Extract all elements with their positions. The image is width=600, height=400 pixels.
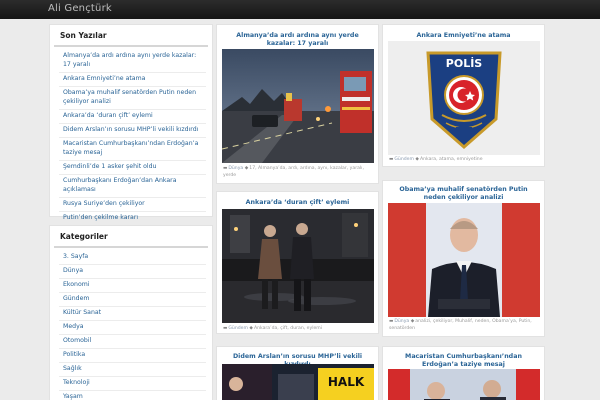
recent-posts-heading: Son Yazılar: [54, 25, 208, 47]
category-link[interactable]: Ekonomi: [59, 279, 206, 293]
category-link[interactable]: Politika: [59, 349, 206, 363]
recent-post-link[interactable]: Obama’ya muhalif senatörden Putin neden …: [59, 87, 206, 110]
post-tags[interactable]: Ankara, atama, emniyetine: [420, 157, 483, 162]
post-meta: ▬Dünya ◆analizi, çekiliyor, Muhalif, ned…: [389, 319, 539, 332]
banner-text: HALK: [328, 375, 365, 389]
folder-icon: ▬: [389, 157, 394, 162]
category-link[interactable]: Medya: [59, 321, 206, 335]
recent-post-link[interactable]: Macaristan Cumhurbaşkanı’ndan Erdoğan’a …: [59, 138, 206, 161]
post-title[interactable]: Ankara’da ‘duran çift’ eylemi: [217, 199, 378, 207]
post-card: Ankara’da ‘duran çift’ eylemi ▬Gündem ◆A…: [216, 191, 379, 334]
category-link[interactable]: Gündem: [59, 293, 206, 307]
post-meta: ▬Dünya ◆17, Almanya’da, ardı, ardına, ay…: [223, 166, 373, 179]
category-link[interactable]: Otomobil: [59, 335, 206, 349]
tag-icon: ◆: [410, 319, 415, 324]
post-image[interactable]: [388, 369, 540, 400]
recent-post-link[interactable]: Ankara’da ‘duran çift’ eylemi: [59, 110, 206, 124]
recent-post-link[interactable]: Ankara Emniyeti’ne atama: [59, 73, 206, 87]
site-title[interactable]: Ali Gençtürk: [48, 3, 112, 14]
recent-posts-widget: Son Yazılar Almanya’da ardı ardına aynı …: [49, 24, 213, 221]
post-image[interactable]: POLİS: [388, 41, 540, 155]
recent-post-link[interactable]: Rusya Suriye’den çekiliyor: [59, 198, 206, 212]
post-image[interactable]: [222, 209, 374, 323]
folder-icon: ▬: [223, 326, 228, 331]
recent-post-link[interactable]: Almanya’da ardı ardına aynı yerde kazala…: [59, 50, 206, 73]
post-image[interactable]: [222, 49, 374, 163]
tag-icon: ◆: [415, 157, 419, 162]
category-link[interactable]: Yaşam: [59, 391, 206, 400]
post-image[interactable]: [388, 203, 540, 317]
recent-post-link[interactable]: Şemdinli’de 1 asker şehit oldu: [59, 161, 206, 175]
folder-icon: ▬: [223, 166, 228, 171]
tag-icon: ◆: [249, 326, 253, 331]
post-card: Didem Arslan’ın sorusu MHP’li vekili kız…: [216, 346, 379, 400]
post-image[interactable]: HALK: [222, 364, 374, 400]
categories-heading: Kategoriler: [54, 226, 208, 248]
post-category[interactable]: Dünya: [394, 319, 409, 324]
category-link[interactable]: Sağlık: [59, 363, 206, 377]
categories-list: 3. Sayfa Dünya Ekonomi Gündem Kültür San…: [50, 251, 212, 400]
top-bar: Ali Gençtürk: [0, 0, 600, 19]
category-link[interactable]: Dünya: [59, 265, 206, 279]
post-title[interactable]: Obama’ya muhalif senatörden Putin neden …: [383, 186, 544, 202]
category-link[interactable]: 3. Sayfa: [59, 251, 206, 265]
post-title[interactable]: Almanya’da ardı ardına aynı yerde kazala…: [217, 32, 378, 48]
recent-post-link[interactable]: Didem Arslan’ın sorusu MHP’li vekili kız…: [59, 124, 206, 138]
folder-icon: ▬: [389, 319, 394, 324]
post-card: Almanya’da ardı ardına aynı yerde kazala…: [216, 24, 379, 184]
post-category[interactable]: Dünya: [228, 166, 243, 171]
post-card: Macaristan Cumhurbaşkanı’ndan Erdoğan’a …: [382, 346, 545, 400]
post-card: Ankara Emniyeti’ne atama POLİS ▬Gündem ◆…: [382, 24, 545, 167]
category-link[interactable]: Kültür Sanat: [59, 307, 206, 321]
post-card: Obama’ya muhalif senatörden Putin neden …: [382, 180, 545, 337]
post-category[interactable]: Gündem: [228, 326, 248, 331]
post-category[interactable]: Gündem: [394, 157, 414, 162]
badge-text: POLİS: [446, 56, 483, 70]
post-title[interactable]: Macaristan Cumhurbaşkanı’ndan Erdoğan’a …: [383, 353, 544, 369]
recent-post-link[interactable]: Cumhurbaşkanı Erdoğan’dan Ankara açıklam…: [59, 175, 206, 198]
tag-icon: ◆: [244, 166, 249, 171]
post-meta: ▬Gündem ◆Ankara, atama, emniyetine: [389, 157, 539, 164]
categories-widget: Kategoriler 3. Sayfa Dünya Ekonomi Günde…: [49, 225, 213, 400]
recent-posts-list: Almanya’da ardı ardına aynı yerde kazala…: [50, 50, 212, 225]
post-title[interactable]: Ankara Emniyeti’ne atama: [383, 32, 544, 40]
post-meta: ▬Gündem ◆Ankara’da, çift, duran, eylemi: [223, 326, 373, 333]
category-link[interactable]: Teknoloji: [59, 377, 206, 391]
post-tags[interactable]: Ankara’da, çift, duran, eylemi: [254, 326, 322, 331]
recent-post-link[interactable]: Putin’den çekilme kararı: [59, 212, 206, 225]
